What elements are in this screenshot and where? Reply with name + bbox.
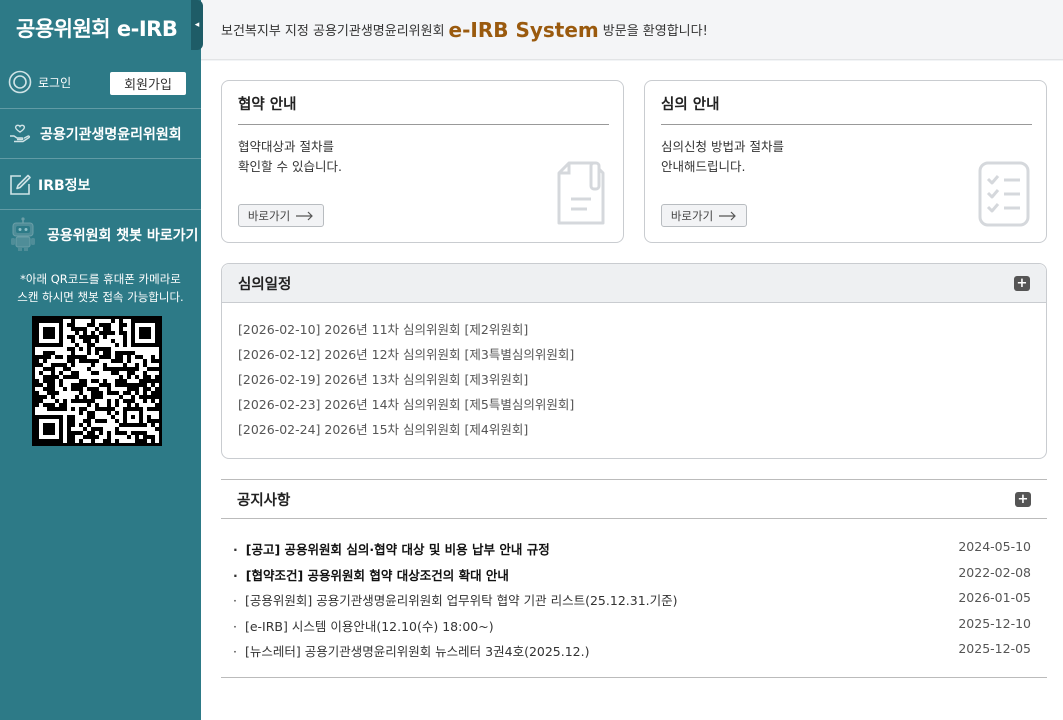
- notice-item[interactable]: [e-IRB] 시스템 이용안내(12.10(수) 18:00~) 2025-1…: [233, 616, 1031, 642]
- qr-note-line: 스캔 하시면 챗봇 접속 가능합니다.: [17, 290, 184, 304]
- card-description-line: 안내해드립니다.: [661, 159, 746, 174]
- agreement-card: 협약 안내 협약대상과 절차를 확인할 수 있습니다. 바로가기: [221, 80, 624, 243]
- notice-item[interactable]: [공고] 공용위원회 심의·협약 대상 및 비용 납부 안내 규정 2024-0…: [233, 539, 1031, 565]
- agreement-go-button[interactable]: 바로가기: [238, 204, 324, 227]
- brand-title[interactable]: 공용위원회 e-IRB: [0, 0, 191, 56]
- notice-header: 공지사항 +: [221, 480, 1047, 519]
- notice-item[interactable]: [공용위원회] 공용기관생명윤리위원회 업무위탁 협약 기관 리스트(25.12…: [233, 590, 1031, 616]
- notice-date: 2022-02-08: [958, 564, 1031, 580]
- document-pen-icon: [557, 161, 605, 225]
- notice-title[interactable]: [공용위원회] 공용기관생명윤리위원회 업무위탁 협약 기관 리스트(25.12…: [233, 590, 678, 609]
- notice-item[interactable]: [뉴스레터] 공용기관생명윤리위원회 뉴스레터 3권4호(2025.12.) 2…: [233, 641, 1031, 667]
- notice-title[interactable]: [공고] 공용위원회 심의·협약 대상 및 비용 납부 안내 규정: [233, 539, 550, 558]
- arrow-right-icon: [719, 211, 737, 220]
- card-description: 심의신청 방법과 절차를 안내해드립니다.: [661, 137, 784, 177]
- schedule-item[interactable]: [2026-02-24] 2026년 15차 심의위원회 [제4위원회]: [238, 420, 1030, 445]
- notice-title[interactable]: [뉴스레터] 공용기관생명윤리위원회 뉴스레터 3권4호(2025.12.): [233, 641, 590, 660]
- schedule-more-button[interactable]: +: [1014, 276, 1030, 291]
- sidebar-item-chatbot[interactable]: 공용위원회 챗봇 바로가기: [0, 211, 201, 259]
- main-content: 협약 안내 협약대상과 절차를 확인할 수 있습니다. 바로가기 심의 안내 심…: [201, 61, 1063, 720]
- notice-date: 2025-12-10: [958, 615, 1031, 631]
- schedule-list: [2026-02-10] 2026년 11차 심의위원회 [제2위원회] [20…: [222, 303, 1046, 445]
- power-icon[interactable]: [8, 70, 32, 94]
- qr-note-line: *아래 QR코드를 휴대폰 카메라로: [20, 272, 181, 286]
- notice-date: 2026-01-05: [958, 590, 1031, 605]
- notice-more-button[interactable]: +: [1015, 492, 1031, 507]
- schedule-header: 심의일정 +: [222, 264, 1046, 303]
- notice-list: [공고] 공용위원회 심의·협약 대상 및 비용 납부 안내 규정 2024-0…: [221, 519, 1047, 667]
- system-name: e-IRB System: [448, 17, 599, 42]
- button-label: 바로가기: [670, 208, 714, 223]
- card-description-line: 확인할 수 있습니다.: [238, 159, 342, 174]
- sidebar-collapse-button[interactable]: ◂: [191, 0, 203, 50]
- qr-code: [32, 316, 162, 446]
- sidebar-item-label: IRB정보: [38, 177, 91, 194]
- welcome-suffix: 방문을 환영합니다!: [602, 24, 708, 39]
- sidebar-item-committee[interactable]: 공용기관생명윤리위원회: [0, 109, 201, 159]
- sidebar-item-irb-info[interactable]: IRB정보: [0, 160, 201, 210]
- card-description: 협약대상과 절차를 확인할 수 있습니다.: [238, 137, 342, 177]
- panel-title: 심의일정: [238, 276, 292, 293]
- review-card: 심의 안내 심의신청 방법과 절차를 안내해드립니다. 바로가기: [644, 80, 1047, 243]
- notice-title[interactable]: [협약조건] 공용위원회 협약 대상조건의 확대 안내: [233, 565, 509, 584]
- button-label: 바로가기: [247, 208, 291, 223]
- review-go-button[interactable]: 바로가기: [661, 204, 747, 227]
- sidebar: 공용위원회 e-IRB 로그인 회원가입 공용기관생명윤리위원회 IRB정보 공…: [0, 0, 201, 720]
- panel-title: 공지사항: [237, 492, 291, 509]
- notice-date: 2025-12-05: [958, 641, 1031, 656]
- schedule-item[interactable]: [2026-02-23] 2026년 14차 심의위원회 [제5특별심의위원회]: [238, 395, 1030, 420]
- edit-icon: [10, 174, 31, 195]
- notice-title[interactable]: [e-IRB] 시스템 이용안내(12.10(수) 18:00~): [233, 616, 494, 635]
- join-button[interactable]: 회원가입: [110, 72, 186, 95]
- schedule-panel: 심의일정 + [2026-02-10] 2026년 11차 심의위원회 [제2위…: [221, 263, 1047, 459]
- hand-heart-icon: [10, 124, 31, 142]
- robot-icon: [11, 217, 35, 251]
- welcome-prefix: 보건복지부 지정 공용기관생명윤리위원회: [221, 24, 445, 39]
- arrow-right-icon: [296, 211, 314, 220]
- schedule-item[interactable]: [2026-02-10] 2026년 11차 심의위원회 [제2위원회]: [238, 320, 1030, 345]
- welcome-bar: 보건복지부 지정 공용기관생명윤리위원회 e-IRB System 방문을 환영…: [201, 0, 1063, 60]
- sidebar-item-label: 공용기관생명윤리위원회: [40, 126, 182, 143]
- card-title: 심의 안내: [661, 93, 1032, 125]
- sidebar-item-label: 공용위원회 챗봇 바로가기: [47, 228, 199, 244]
- card-description-line: 심의신청 방법과 절차를: [661, 139, 784, 154]
- login-row: 로그인 회원가입: [0, 56, 201, 109]
- schedule-item[interactable]: [2026-02-19] 2026년 13차 심의위원회 [제3위원회]: [238, 370, 1030, 395]
- card-title: 협약 안내: [238, 93, 609, 125]
- notice-date: 2024-05-10: [958, 539, 1031, 554]
- schedule-item[interactable]: [2026-02-12] 2026년 12차 심의위원회 [제3특별심의위원회]: [238, 345, 1030, 370]
- login-link[interactable]: 로그인: [38, 74, 71, 91]
- card-description-line: 협약대상과 절차를: [238, 139, 334, 154]
- checklist-icon: [978, 161, 1030, 227]
- qr-note: *아래 QR코드를 휴대폰 카메라로 스캔 하시면 챗봇 접속 가능합니다.: [0, 270, 201, 306]
- notice-item[interactable]: [협약조건] 공용위원회 협약 대상조건의 확대 안내 2022-02-08: [233, 565, 1031, 591]
- notice-panel: 공지사항 + [공고] 공용위원회 심의·협약 대상 및 비용 납부 안내 규정…: [221, 479, 1047, 678]
